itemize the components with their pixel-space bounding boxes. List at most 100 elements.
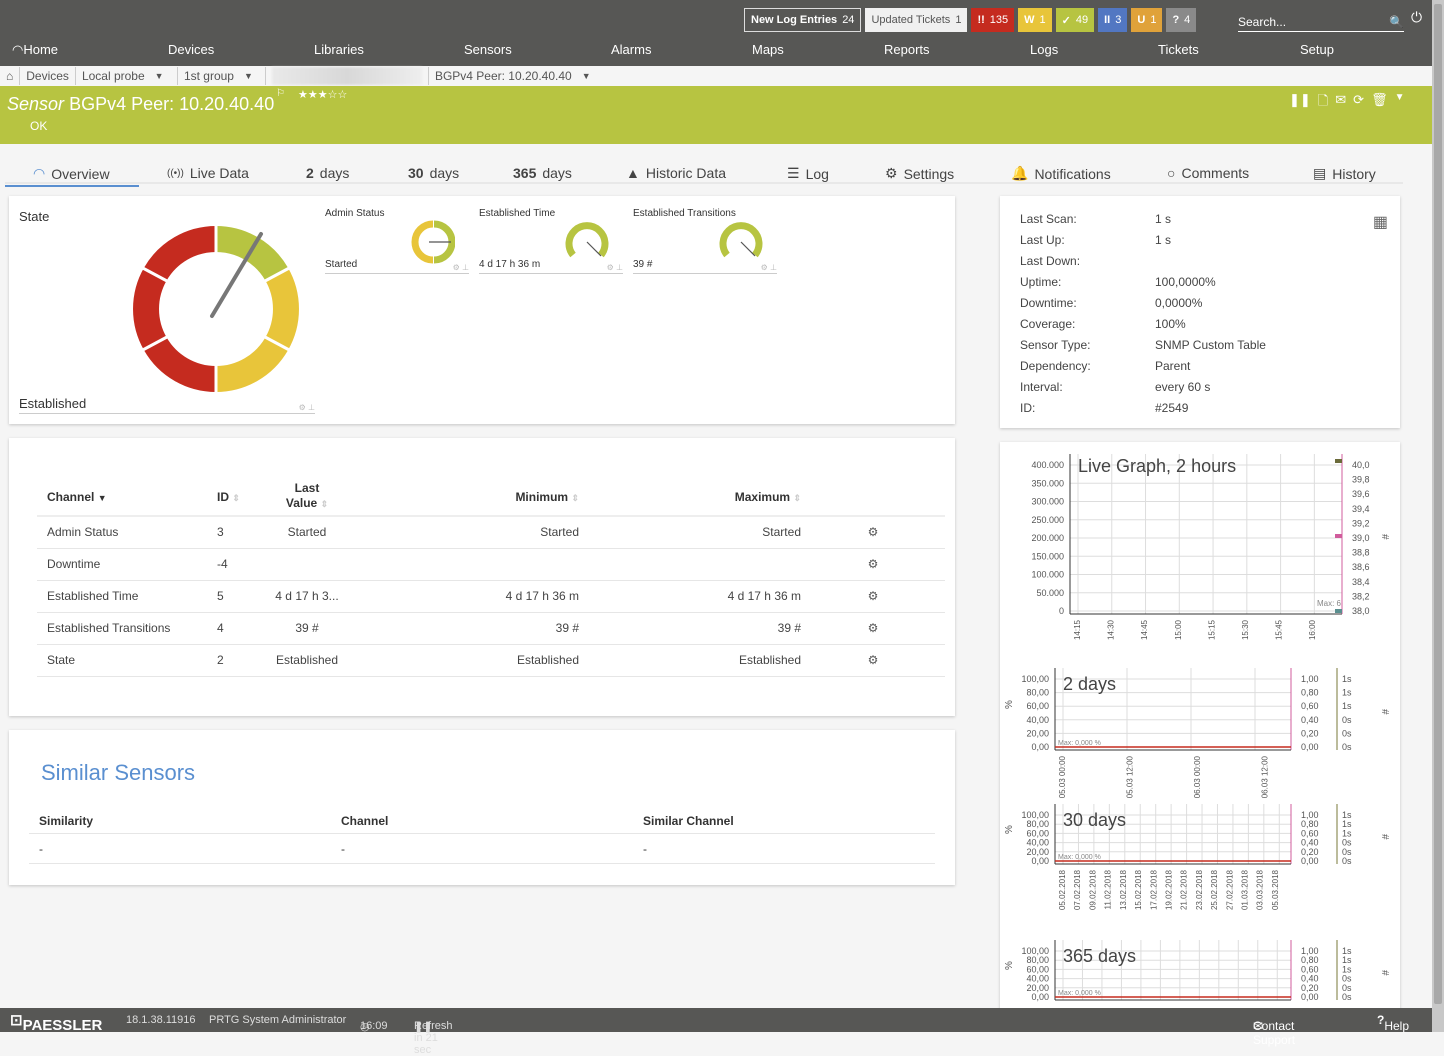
- header-id[interactable]: ID ⇕: [217, 478, 257, 517]
- breadcrumb-group[interactable]: 1st group ▼: [178, 67, 266, 85]
- header-maximum[interactable]: Maximum ⇕: [579, 478, 801, 517]
- annotation: Max: 0,000 %: [1058, 854, 1101, 861]
- tab-settings[interactable]: ⚙ Settings: [885, 165, 954, 182]
- y-tick-label: 250.000: [1031, 515, 1064, 525]
- tab-2-days[interactable]: 2 days: [306, 165, 349, 181]
- sort-desc-icon: ▼: [97, 492, 107, 503]
- main-nav: ◠ Home Devices Libraries Sensors Alarms …: [0, 42, 1432, 62]
- channel-settings-icon[interactable]: ⚙: [801, 548, 945, 581]
- user-name[interactable]: PRTG System Administrator: [209, 1014, 346, 1026]
- more-chevron-down-icon[interactable]: ▼: [1395, 92, 1405, 114]
- status-up-button[interactable]: ✓ 49: [1055, 8, 1095, 32]
- add-report-icon[interactable]: 🗋: [1318, 92, 1328, 114]
- x-tick-label: 21.02.2018: [1180, 869, 1189, 910]
- gauge-settings-icon[interactable]: ⚙ ⊥: [299, 403, 315, 412]
- page-scrollbar[interactable]: [1432, 0, 1444, 1032]
- chart-title: Live Graph, 2 hours: [1078, 456, 1236, 476]
- channel-settings-icon[interactable]: ⚙: [801, 516, 945, 549]
- logout-power-icon[interactable]: ⏻: [1411, 9, 1422, 26]
- nav-sensors[interactable]: Sensors: [464, 42, 512, 57]
- y3-tick-label: 0s: [1342, 847, 1352, 857]
- table-row[interactable]: Established Transitions 4 39 #39 #39 # ⚙: [37, 612, 945, 645]
- table-row[interactable]: Downtime -4 ⚙: [37, 548, 945, 581]
- footer: ⊡ PAESSLER 18.1.38.11916 PRTG System Adm…: [0, 1008, 1432, 1056]
- y-tick-label: 0: [1059, 606, 1064, 616]
- flag-icon[interactable]: ⚐: [276, 88, 285, 99]
- tab-overview[interactable]: ◠ Overview: [5, 165, 139, 187]
- nav-alarms[interactable]: Alarms: [611, 42, 651, 57]
- tab-log[interactable]: ☰ Log: [787, 165, 829, 182]
- status-down-button[interactable]: !! 135: [971, 8, 1015, 32]
- qr-code-icon[interactable]: ▦: [1373, 212, 1388, 232]
- gauge-settings-icon[interactable]: ⚙ ⊥: [761, 263, 777, 272]
- breadcrumb-local-probe[interactable]: Local probe ▼: [76, 67, 178, 85]
- gear-icon: ⚙: [885, 165, 898, 181]
- channel-settings-icon[interactable]: ⚙: [801, 644, 945, 677]
- tab-365-days[interactable]: 365 days: [513, 165, 572, 181]
- channel-settings-icon[interactable]: ⚙: [801, 612, 945, 645]
- search-icon[interactable]: 🔍: [1389, 15, 1404, 29]
- x-tick-label: 03.03.2018: [1256, 869, 1265, 910]
- x-tick-label: 01.03.2018: [1241, 869, 1250, 910]
- status-unknown-button[interactable]: ? 4: [1166, 8, 1197, 32]
- nav-libraries[interactable]: Libraries: [314, 42, 364, 57]
- pause-icon[interactable]: ❚❚: [1289, 92, 1311, 114]
- status-unusual-button[interactable]: U1: [1131, 8, 1163, 32]
- annotation: Max: 6: [1317, 599, 1342, 608]
- y2-axis-label: #: [1379, 834, 1390, 840]
- gauge-settings-icon[interactable]: ⚙ ⊥: [607, 263, 623, 272]
- updated-tickets-button[interactable]: Updated Tickets 1: [865, 8, 968, 32]
- tab-notifications[interactable]: 🔔 Notifications: [1011, 165, 1111, 182]
- table-row[interactable]: Established Time 5 4 d 17 h 3... 4 d 17 h 3…: [37, 580, 945, 613]
- tab-30-days[interactable]: 30 days: [408, 165, 459, 181]
- new-log-entries-button[interactable]: New Log Entries 24: [744, 8, 862, 32]
- y3-tick-label: 0s: [1342, 983, 1352, 993]
- similar-sensors-title: Similar Sensors: [41, 760, 196, 785]
- nav-logs[interactable]: Logs: [1030, 42, 1058, 57]
- nav-maps[interactable]: Maps: [752, 42, 784, 57]
- breadcrumb-devices[interactable]: Devices: [20, 67, 76, 85]
- y2-tick-label: 38,2: [1352, 591, 1370, 601]
- tab-historic-data[interactable]: ▲ Historic Data: [626, 165, 726, 181]
- nav-setup[interactable]: Setup: [1300, 42, 1334, 57]
- header-last-value[interactable]: Last Value ⇕: [257, 478, 357, 517]
- table-row[interactable]: Admin Status 3 Started Started Started ⚙: [37, 516, 945, 549]
- nav-home[interactable]: ◠ Home: [12, 42, 58, 58]
- breadcrumb-home-icon[interactable]: ⌂: [0, 67, 21, 85]
- nav-devices[interactable]: Devices: [168, 42, 214, 57]
- channel-settings-icon[interactable]: ⚙: [801, 580, 945, 613]
- y3-tick-label: 0s: [1342, 728, 1352, 738]
- tab-history[interactable]: ▤ History: [1313, 165, 1376, 182]
- comment-icon: ○: [1167, 165, 1176, 181]
- tab-live-data[interactable]: ((•)) Live Data: [167, 165, 249, 181]
- x-tick-label: 14:45: [1140, 619, 1149, 640]
- refresh-icon[interactable]: ⟳: [1353, 92, 1364, 114]
- status-warning-button[interactable]: W1: [1018, 8, 1052, 32]
- header-minimum[interactable]: Minimum ⇕: [357, 478, 579, 517]
- y-tick-label: 20,00: [1026, 728, 1049, 738]
- table-row[interactable]: State 2 Established Established Established ⚙: [37, 644, 945, 677]
- status-bar: New Log Entries 24 Updated Tickets 1 !! 135…: [744, 8, 1197, 32]
- gauge-settings-icon[interactable]: ⚙ ⊥: [453, 263, 469, 272]
- priority-stars[interactable]: ★★★☆☆: [298, 88, 347, 101]
- info-row: Dependency: Parent: [1020, 359, 1191, 373]
- breadcrumb-sensor[interactable]: BGPv4 Peer: 10.20.40.40 ▼: [429, 67, 597, 85]
- search-input[interactable]: Search... 🔍: [1238, 12, 1404, 32]
- y-tick-label: 50.000: [1036, 588, 1064, 598]
- x-tick-label: 14:15: [1073, 619, 1082, 640]
- tab-comments[interactable]: ○ Comments: [1167, 165, 1249, 181]
- y-tick-label: 100.000: [1031, 570, 1064, 580]
- y2-tick-label: 0,20: [1301, 847, 1319, 857]
- x-tick-label: 15:15: [1207, 619, 1216, 640]
- delete-icon[interactable]: 🗑: [1371, 92, 1388, 114]
- breadcrumb-device-blurred[interactable]: [266, 67, 429, 85]
- email-icon[interactable]: ✉: [1335, 92, 1346, 114]
- y-tick-label: 20,00: [1026, 847, 1049, 857]
- x-tick-label: 05.02.2018: [1058, 869, 1067, 910]
- nav-tickets[interactable]: Tickets: [1158, 42, 1199, 57]
- graphs-card: 0 50.000 100.000 150.000 200.000 250.000 300.0…: [1000, 442, 1400, 1012]
- nav-reports[interactable]: Reports: [884, 42, 930, 57]
- header-channel[interactable]: Channel ▼: [37, 478, 217, 517]
- status-paused-button[interactable]: II 3: [1098, 8, 1128, 32]
- help-link[interactable]: ? Help: [1377, 1013, 1409, 1033]
